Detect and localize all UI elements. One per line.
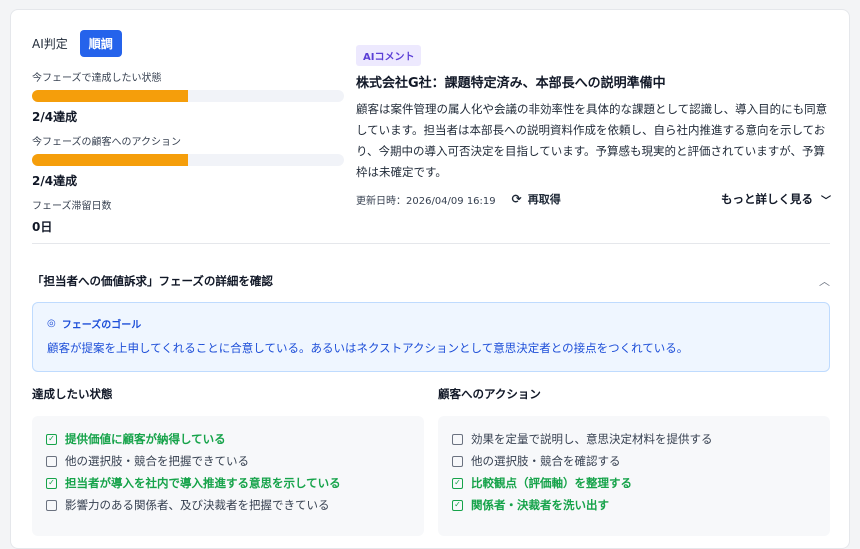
ai-judgement: AI判定 順調 — [32, 30, 122, 57]
metric-stagnation-days: フェーズ滞留日数 0日 — [32, 197, 344, 235]
deal-status-card: AI判定 順調 今フェーズで達成したい状態 2/4達成 今フェーズの顧客へのアク… — [10, 9, 850, 549]
phase-goal-text: 顧客が提案を上申してくれることに合意している。あるいはネクストアクションとして意… — [47, 341, 689, 355]
target-states-title: 達成したい状態 — [32, 387, 113, 401]
checkbox-icon[interactable] — [46, 499, 57, 511]
checkbox-checked-icon[interactable]: ✓ — [452, 477, 463, 489]
checklist-item-label: 他の選択肢・競合を確認する — [471, 454, 621, 468]
metric-title: 今フェーズで達成したい状態 — [32, 73, 162, 84]
checklist-item[interactable]: 他の選択肢・競合を把握できている — [46, 450, 410, 472]
metric-customer-action: 今フェーズの顧客へのアクション 2/4達成 — [32, 133, 344, 189]
customer-actions-title: 顧客へのアクション — [438, 387, 541, 401]
checklist-item[interactable]: ✓ 比較観点（評価軸）を整理する — [452, 472, 816, 494]
customer-actions-list: 効果を定量で説明し、意思決定材料を提供する 他の選択肢・競合を確認する ✓ 比較観点（… — [438, 416, 830, 536]
checkbox-icon[interactable] — [452, 455, 463, 467]
metric-target-state: 今フェーズで達成したい状態 2/4達成 — [32, 69, 344, 125]
checklist-item-label: 提供価値に顧客が納得している — [65, 432, 226, 446]
ai-comment: AIコメント 株式会社G社：課題特定済み、本部長への説明準備中 顧客は案件管理の… — [356, 45, 831, 209]
checklist-item[interactable]: ✓ 担当者が導入を社内で導入推進する意思を示している — [46, 472, 410, 494]
checklist-item[interactable]: 影響力のある関係者、及び決裁者を把握できている — [46, 494, 410, 516]
checklist-item[interactable]: ✓ 関係者・決裁者を洗い出す — [452, 494, 816, 516]
status-badge: 順調 — [79, 30, 122, 57]
refetch-label: 再取得 — [527, 193, 561, 206]
checklist-item-label: 関係者・決裁者を洗い出す — [471, 498, 609, 512]
chevron-up-icon[interactable]: ︿ — [819, 273, 830, 289]
customer-actions-section: 顧客へのアクション 効果を定量で説明し、意思決定材料を提供する 他の選択肢・競合を… — [438, 386, 830, 536]
target-icon: ◎ — [47, 318, 56, 329]
refresh-icon: ⟳ — [511, 192, 522, 206]
checkbox-checked-icon[interactable]: ✓ — [46, 433, 57, 445]
ai-comment-meta: 更新日時：2026/04/09 16:19 ⟳ 再取得 もっと詳しく見る ﹀ — [356, 189, 831, 209]
phase-goal-title: ◎ フェーズのゴール — [47, 316, 815, 331]
progress-bar-fill — [32, 154, 188, 166]
phase-details-toggle[interactable]: 「担当者への価値訴求」フェーズの詳細を確認 ︿ — [32, 273, 830, 289]
metric-value: 2/4達成 — [32, 110, 78, 124]
target-states-list: ✓ 提供価値に顧客が納得している他の選択肢・競合を把握できている ✓ 担当者が導入を社… — [32, 416, 424, 536]
checklist-item[interactable]: ✓ 提供価値に顧客が納得している — [46, 428, 410, 450]
checkbox-icon[interactable] — [46, 455, 57, 467]
checklist-item-label: 比較観点（評価軸）を整理する — [471, 476, 632, 490]
target-states-section: 達成したい状態 ✓ 提供価値に顧客が納得している 他の選択肢・競合を把握できている ✓… — [32, 386, 424, 536]
phase-details-title: 「担当者への価値訴求」フェーズの詳細を確認 — [32, 274, 273, 288]
progress-bar-fill — [32, 90, 188, 102]
checkbox-icon[interactable] — [452, 433, 463, 445]
show-more-label: もっと詳しく見る — [721, 192, 813, 206]
checklist-item-label: 効果を定量で説明し、意思決定材料を提供する — [471, 432, 713, 446]
ai-comment-title: 株式会社G社：課題特定済み、本部長への説明準備中 — [356, 76, 666, 91]
ai-comment-body: 顧客は案件管理の属人化や会議の非効率性を具体的な課題として認識し、導入目的にも同… — [356, 102, 828, 179]
updated-timestamp: 更新日時：2026/04/09 16:19 — [356, 195, 496, 207]
metric-title: 今フェーズの顧客へのアクション — [32, 137, 181, 148]
checklist-item[interactable]: 他の選択肢・競合を確認する — [452, 450, 816, 472]
metric-value: 2/4達成 — [32, 174, 78, 188]
checklist-item-label: 担当者が導入を社内で導入推進する意思を示している — [65, 476, 341, 490]
phase-goal: ◎ フェーズのゴール 顧客が提案を上申してくれることに合意している。あるいはネク… — [32, 302, 830, 372]
checklist-item-label: 他の選択肢・競合を把握できている — [65, 454, 249, 468]
checklist-item-label: 影響力のある関係者、及び決裁者を把握できている — [65, 498, 330, 512]
checkbox-checked-icon[interactable]: ✓ — [452, 499, 463, 511]
progress-bar — [32, 90, 344, 102]
metric-value: 0日 — [32, 220, 53, 234]
checkbox-checked-icon[interactable]: ✓ — [46, 477, 57, 489]
show-more-button[interactable]: もっと詳しく見る ﹀ — [721, 191, 831, 207]
ai-judgement-label: AI判定 — [32, 37, 68, 51]
checklist-item[interactable]: 効果を定量で説明し、意思決定材料を提供する — [452, 428, 816, 450]
ai-comment-tag: AIコメント — [356, 45, 422, 66]
refetch-button[interactable]: ⟳ 再取得 — [512, 191, 561, 207]
phase-goal-label: フェーズのゴール — [61, 320, 142, 331]
divider — [32, 243, 830, 244]
chevron-down-icon: ﹀ — [821, 195, 831, 207]
progress-bar — [32, 154, 344, 166]
metric-title: フェーズ滞留日数 — [32, 201, 112, 212]
